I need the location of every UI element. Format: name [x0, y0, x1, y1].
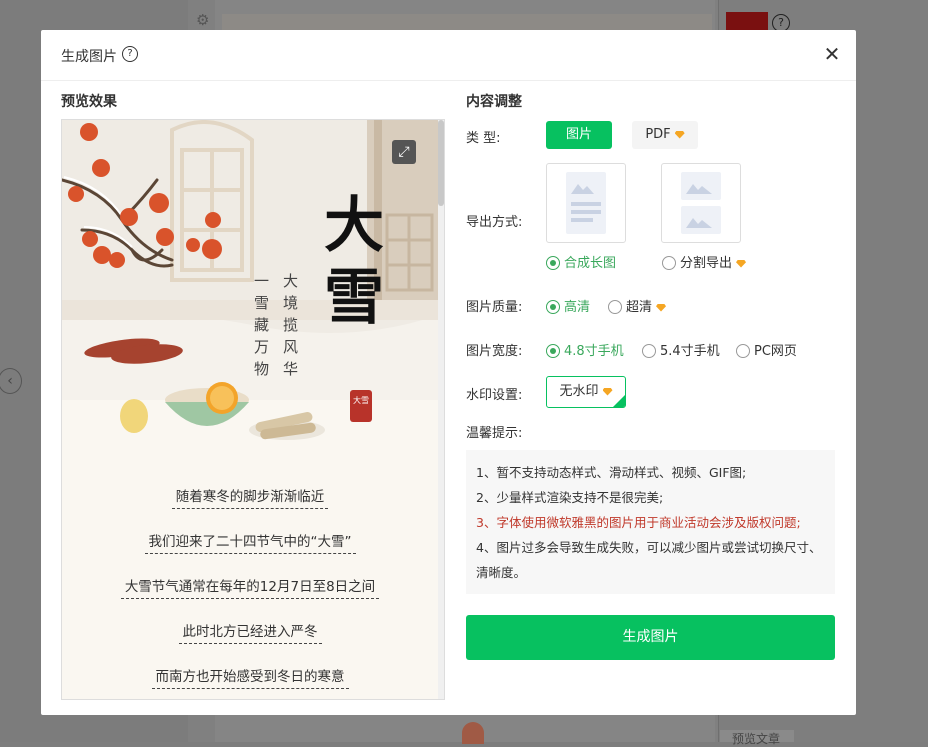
split-image-icon [681, 172, 721, 234]
background-preview-label: 预览文章 [732, 732, 781, 746]
background-preview-button: 预览文章 [720, 730, 794, 746]
dialog-header: 生成图片 ? ✕ [41, 30, 856, 81]
vip-gem-icon [674, 130, 685, 139]
tip-3-warning: 3、字体使用微软雅黑的图片用于商业活动会涉及版权问题; [476, 515, 801, 530]
generate-image-dialog: 生成图片 ? ✕ 预览效果 大 雪 大境揽风华 一雪藏万物 大雪 随着寒冬的脚步… [41, 30, 856, 715]
no-watermark-label: 无水印 [559, 384, 599, 399]
poster-line-5: 而南方也开始感受到冬日的寒意 [62, 665, 438, 689]
poster-line-1: 随着寒冬的脚步渐渐临近 [62, 485, 438, 509]
tip-4: 4、图片过多会导致生成失败，可以减少图片或尝试切换尺寸、清晰度。 [476, 540, 822, 580]
preview-scrollbar-thumb[interactable] [438, 120, 444, 206]
generate-image-button[interactable]: 生成图片 [466, 615, 835, 660]
type-label: 类 型: [466, 131, 501, 146]
poster-subtitle-right: 大境揽风华 [283, 272, 299, 378]
background-article-image [222, 14, 712, 30]
tip-2: 2、少量样式渲染支持不是很完美; [476, 490, 664, 505]
poster-preview: 大 雪 大境揽风华 一雪藏万物 大雪 随着寒冬的脚步渐渐临近 我们迎来了二十四节… [61, 119, 445, 700]
type-image-button[interactable]: 图片 [546, 121, 612, 149]
selected-check-icon [613, 395, 625, 407]
type-pdf-label: PDF [645, 127, 671, 142]
quality-label: 图片质量: [466, 300, 523, 315]
poster-title-char-1: 大 [324, 191, 384, 261]
quality-hd-radio[interactable]: 高清 [546, 296, 590, 315]
help-icon[interactable]: ? [122, 46, 138, 62]
no-watermark-option[interactable]: 无水印 [546, 376, 626, 408]
radio-unchecked-icon [642, 344, 656, 358]
settings-heading: 内容调整 [466, 94, 522, 110]
radio-checked-icon [546, 344, 560, 358]
quality-uhd-radio[interactable]: 超清 [608, 296, 667, 315]
poster-seal-text: 大雪 [353, 396, 369, 405]
type-pdf-button[interactable]: PDF [632, 121, 698, 149]
export-split-radio[interactable]: 分割导出 [662, 252, 747, 271]
poster-title-char-2: 雪 [324, 263, 384, 333]
preview-heading: 预览效果 [61, 94, 117, 110]
tip-1: 1、暂不支持动态样式、滑动样式、视频、GIF图; [476, 465, 747, 480]
radio-unchecked-icon [662, 256, 676, 270]
close-icon[interactable]: ✕ [822, 44, 842, 64]
poster-line-3: 大雪节气通常在每年的12月7日至8日之间 [62, 575, 438, 599]
radio-unchecked-icon [608, 300, 622, 314]
radio-checked-icon [546, 256, 560, 270]
export-split-card[interactable] [661, 163, 741, 243]
expand-icon[interactable]: ⤢ [392, 140, 416, 164]
radio-checked-icon [546, 300, 560, 314]
preview-scrollbar-track[interactable] [438, 120, 444, 699]
poster-image: 大 雪 大境揽风华 一雪藏万物 大雪 随着寒冬的脚步渐渐临近 我们迎来了二十四节… [62, 120, 438, 699]
poster-line-2: 我们迎来了二十四节气中的“大雪” [62, 530, 438, 554]
vip-gem-icon [602, 387, 613, 396]
tips-box: 1、暂不支持动态样式、滑动样式、视频、GIF图; 2、少量样式渲染支持不是很完美… [466, 450, 835, 594]
export-merge-radio[interactable]: 合成长图 [546, 252, 616, 271]
poster-line-4: 此时北方已经进入严冬 [62, 620, 438, 644]
width-pc-radio[interactable]: PC网页 [736, 340, 797, 359]
vip-gem-icon [736, 259, 747, 268]
poster-title: 大 雪 [324, 190, 394, 334]
vip-gem-icon [656, 303, 667, 312]
export-label: 导出方式: [466, 215, 523, 230]
tips-label: 温馨提示: [466, 426, 523, 441]
watermark-label: 水印设置: [466, 388, 523, 403]
width-48-radio[interactable]: 4.8寸手机 [546, 340, 624, 359]
width-54-radio[interactable]: 5.4寸手机 [642, 340, 720, 359]
radio-unchecked-icon [736, 344, 750, 358]
dialog-title: 生成图片 [61, 49, 117, 65]
export-merge-card[interactable] [546, 163, 626, 243]
long-image-icon [566, 172, 606, 234]
background-pen-decoration [462, 722, 484, 744]
gear-icon: ⚙ [196, 11, 210, 29]
poster-subtitle-left: 一雪藏万物 [254, 272, 270, 378]
width-label: 图片宽度: [466, 344, 523, 359]
